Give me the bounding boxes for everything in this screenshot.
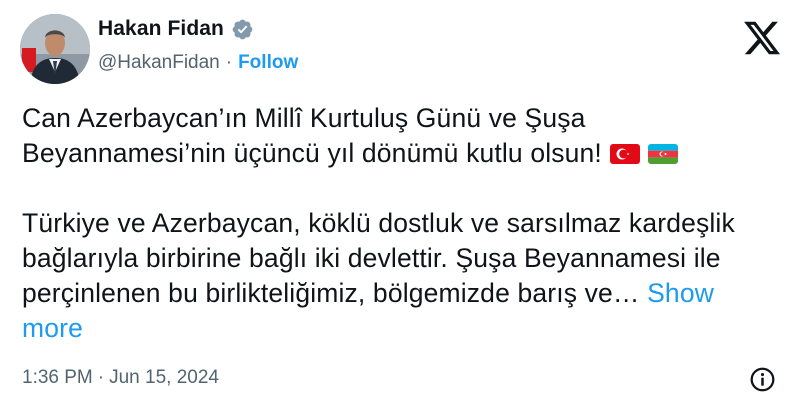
- tweet-timestamp[interactable]: 1:36 PM · Jun 15, 2024: [22, 367, 219, 389]
- follow-button[interactable]: Follow: [238, 52, 298, 74]
- x-logo-icon[interactable]: [742, 18, 782, 58]
- tweet-date: Jun 15, 2024: [109, 367, 219, 388]
- handle-separator: ·: [225, 52, 233, 73]
- azerbaijan-flag-icon: [647, 144, 678, 164]
- tweet-paragraph-2: Türkiye ve Azerbaycan, köklü dostluk ve …: [22, 206, 782, 346]
- tweet-time: 1:36 PM: [22, 367, 93, 388]
- tweet-card: Hakan Fidan @HakanFidan · Follow Can Aze…: [0, 0, 800, 409]
- author-name-row: Hakan Fidan: [98, 17, 254, 41]
- tweet-paragraph-1-text: Can Azerbaycan’ın Millî Kurtuluş Günü ve…: [22, 103, 602, 168]
- avatar-image: [20, 14, 90, 84]
- tweet-paragraph-2-text: Türkiye ve Azerbaycan, köklü dostluk ve …: [22, 208, 735, 308]
- info-icon[interactable]: [749, 366, 776, 393]
- tweet-text: Can Azerbaycan’ın Millî Kurtuluş Günü ve…: [22, 101, 782, 346]
- timestamp-separator: ·: [97, 367, 105, 388]
- verified-badge-icon[interactable]: [231, 18, 254, 41]
- author-name[interactable]: Hakan Fidan: [98, 17, 224, 41]
- turkey-flag-icon: [609, 144, 640, 164]
- avatar[interactable]: [20, 14, 90, 84]
- author-handle[interactable]: @HakanFidan: [98, 52, 220, 74]
- author-handle-row: @HakanFidan · Follow: [98, 52, 298, 74]
- tweet-paragraph-1: Can Azerbaycan’ın Millî Kurtuluş Günü ve…: [22, 101, 782, 171]
